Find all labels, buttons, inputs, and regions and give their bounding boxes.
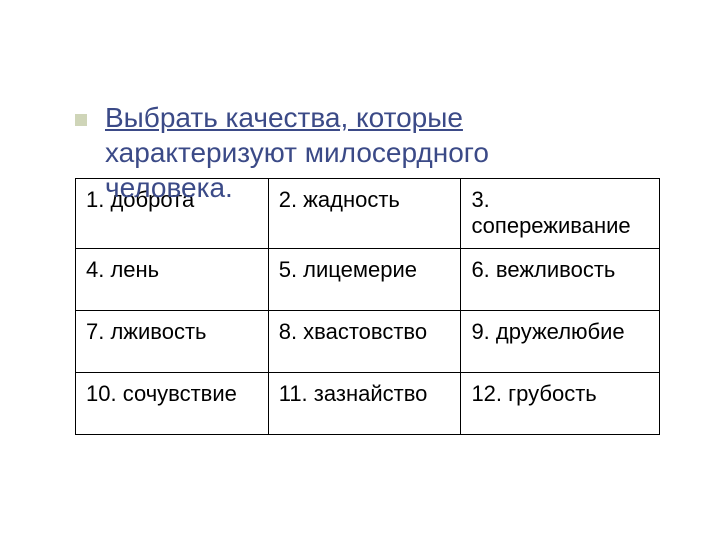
cell-6: 6. вежливость (461, 248, 660, 310)
bullet-icon (75, 114, 87, 126)
slide-container: Выбрать качества, которые характеризуют … (0, 0, 720, 540)
table-row: 10. сочувствие 11. зазнайство 12. грубос… (76, 372, 660, 434)
title-wrapper: Выбрать качества, которые характеризуют … (75, 100, 660, 205)
cell-4: 4. лень (76, 248, 269, 310)
cell-7: 7. лживость (76, 310, 269, 372)
cell-11: 11. зазнайство (268, 372, 461, 434)
cell-8: 8. хвастовство (268, 310, 461, 372)
title-line-3: человека. (105, 172, 233, 203)
cell-12: 12. грубость (461, 372, 660, 434)
slide-title: Выбрать качества, которые характеризуют … (75, 100, 660, 205)
qualities-table: 1. доброта 2. жадность 3. сопереживание … (75, 178, 660, 435)
title-line-1: Выбрать качества, которые (105, 102, 463, 133)
qualities-table-container: 1. доброта 2. жадность 3. сопереживание … (75, 178, 660, 435)
table-row: 4. лень 5. лицемерие 6. вежливость (76, 248, 660, 310)
cell-9: 9. дружелюбие (461, 310, 660, 372)
cell-10: 10. сочувствие (76, 372, 269, 434)
cell-5: 5. лицемерие (268, 248, 461, 310)
table-row: 7. лживость 8. хвастовство 9. дружелюбие (76, 310, 660, 372)
title-line-2: характеризуют милосердного (105, 137, 489, 168)
